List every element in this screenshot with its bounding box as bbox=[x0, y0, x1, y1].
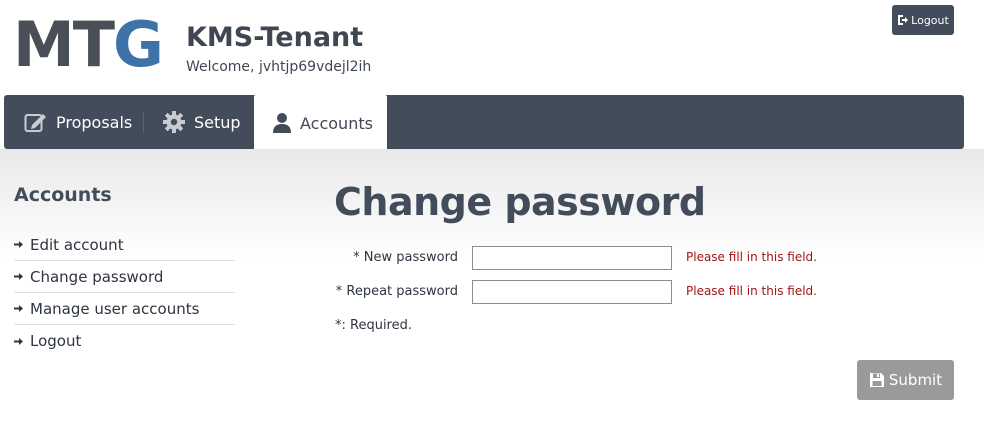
nav-divider bbox=[143, 112, 144, 132]
new-password-field[interactable] bbox=[472, 246, 672, 270]
sidebar-item-change-password[interactable]: Change password bbox=[14, 261, 235, 293]
arrow-right-icon bbox=[14, 304, 26, 313]
repeat-password-label: * Repeat password bbox=[335, 284, 458, 299]
nav-tab-label: Proposals bbox=[56, 112, 133, 132]
repeat-password-error: Please fill in this field. bbox=[686, 284, 817, 298]
mtg-logo[interactable]: MTG bbox=[13, 14, 164, 76]
sidebar-item-manage-user-accounts[interactable]: Manage user accounts bbox=[14, 293, 235, 325]
sign-out-icon bbox=[898, 15, 909, 25]
sidebar-item-label: Edit account bbox=[30, 235, 124, 254]
save-icon bbox=[869, 373, 884, 387]
new-password-label: * New password bbox=[353, 250, 458, 265]
repeat-password-field[interactable] bbox=[472, 280, 672, 304]
sidebar-item-edit-account[interactable]: Edit account bbox=[14, 229, 235, 261]
arrow-right-icon bbox=[14, 240, 26, 249]
user-icon bbox=[273, 113, 291, 133]
new-password-error: Please fill in this field. bbox=[686, 250, 817, 264]
submit-label: Submit bbox=[888, 371, 943, 389]
tenant-name: KMS-Tenant bbox=[186, 22, 364, 53]
logo-main: MT bbox=[13, 8, 115, 81]
nav-tab-label: Accounts bbox=[300, 113, 373, 133]
submit-button[interactable]: Submit bbox=[857, 360, 954, 400]
sidebar-title: Accounts bbox=[14, 184, 112, 206]
gear-icon bbox=[163, 111, 185, 133]
logo-accent: G bbox=[113, 8, 164, 81]
welcome-text: Welcome, jvhtjp69vdejl2ih bbox=[186, 59, 372, 75]
page-title: Change password bbox=[334, 180, 706, 224]
logout-label: Logout bbox=[911, 13, 949, 27]
sidebar-item-label: Change password bbox=[30, 267, 164, 286]
sidebar-item-label: Manage user accounts bbox=[30, 299, 200, 318]
edit-icon bbox=[24, 114, 46, 132]
arrow-right-icon bbox=[14, 337, 26, 346]
sidebar-menu: Edit account Change password Manage user… bbox=[14, 229, 235, 357]
required-note: *: Required. bbox=[335, 318, 413, 333]
arrow-right-icon bbox=[14, 272, 26, 281]
nav-tab-proposals[interactable]: Proposals bbox=[24, 95, 132, 149]
sidebar-item-label: Logout bbox=[30, 332, 82, 350]
nav-tab-accounts[interactable]: Accounts bbox=[254, 95, 387, 151]
nav-tab-setup[interactable]: Setup bbox=[162, 95, 241, 149]
main-nav: Proposals Setup Accounts bbox=[4, 95, 964, 151]
sidebar-item-logout[interactable]: Logout bbox=[14, 325, 235, 357]
logout-button[interactable]: Logout bbox=[892, 5, 954, 35]
nav-tab-label: Setup bbox=[194, 112, 241, 132]
